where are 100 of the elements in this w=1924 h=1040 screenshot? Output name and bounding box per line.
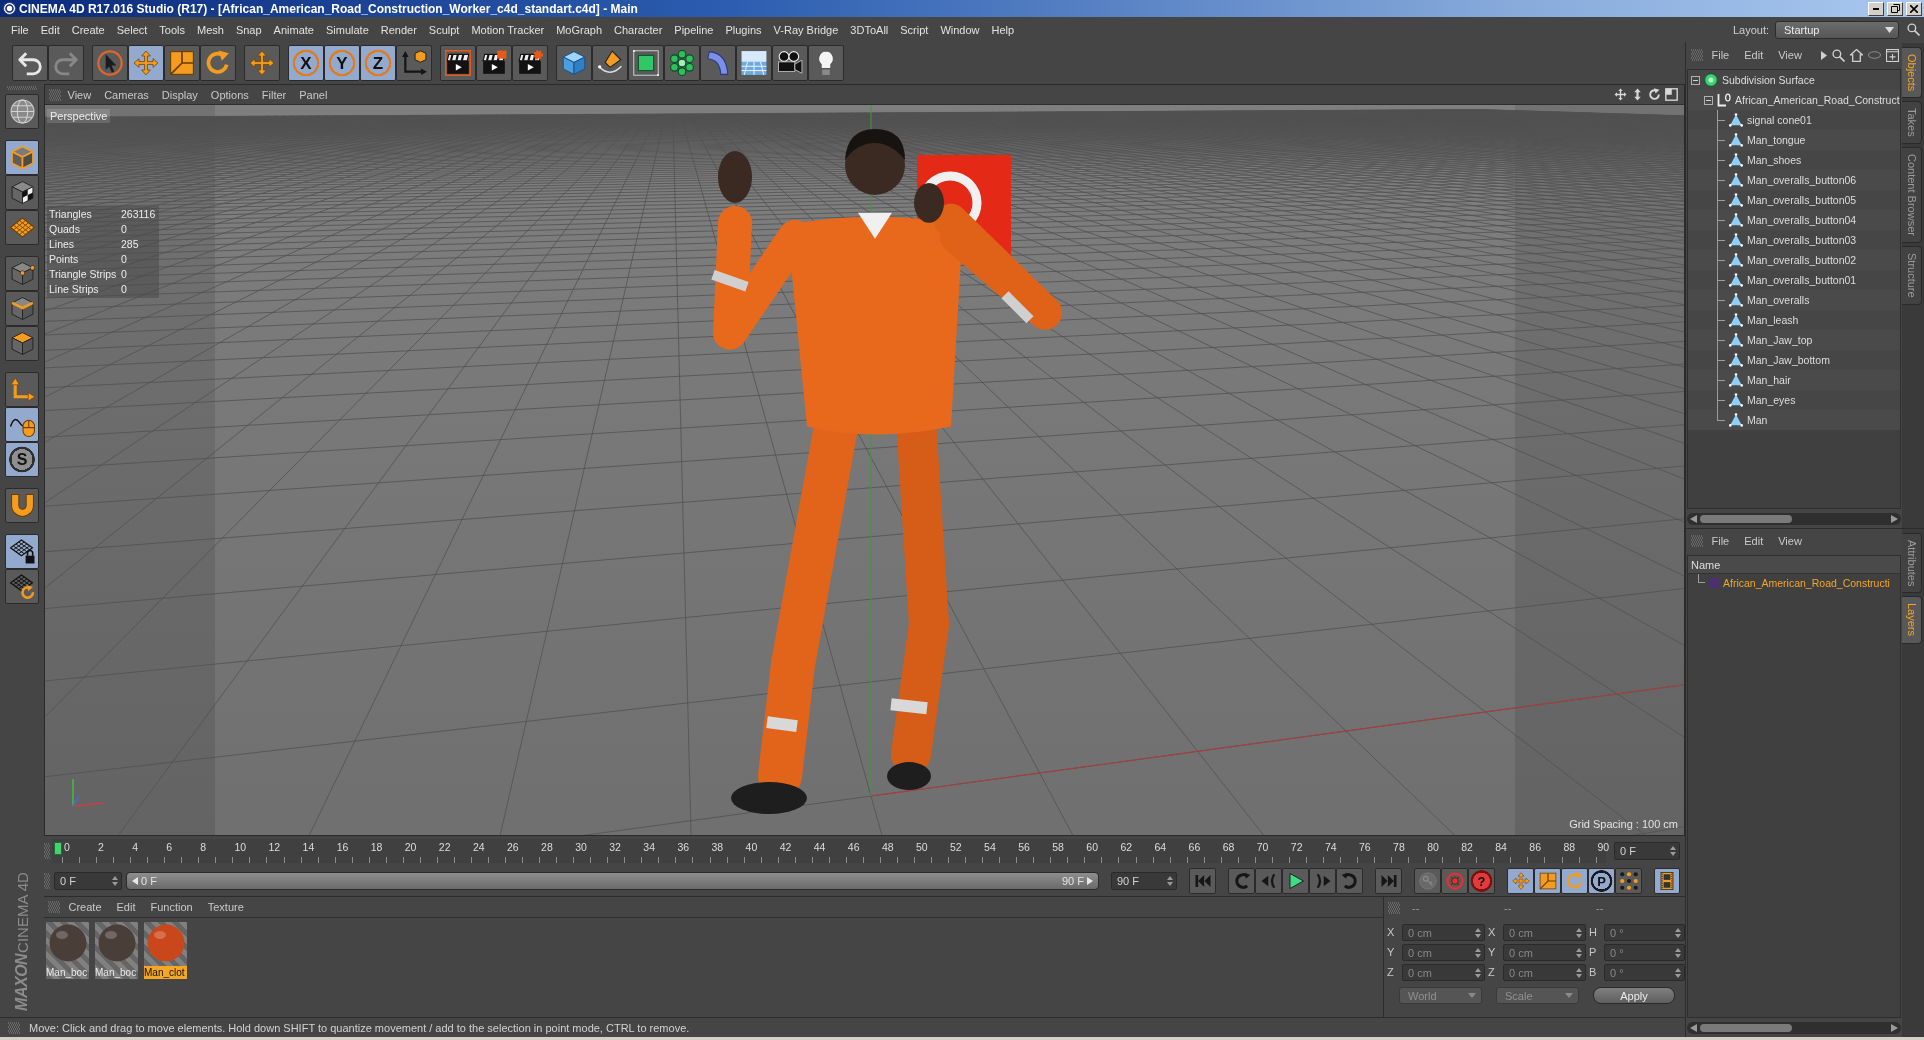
menu-item[interactable]: 3DToAll [844, 23, 895, 36]
play-button[interactable] [1282, 868, 1309, 894]
object-row[interactable]: Man_shoes [1688, 150, 1900, 170]
render-view-button[interactable] [440, 45, 476, 81]
submenu-arrow-icon[interactable] [1821, 50, 1827, 60]
light-object-button[interactable] [808, 45, 844, 81]
snap-button[interactable] [5, 488, 39, 523]
axis-lock-button[interactable]: X [288, 45, 324, 81]
menu-item[interactable]: Mesh [191, 23, 230, 36]
side-tab[interactable]: Attributes [1902, 533, 1922, 594]
object-row[interactable]: Man_overalls_button05 [1688, 190, 1900, 210]
horizontal-scrollbar[interactable] [1687, 1022, 1901, 1034]
object-row[interactable]: Man [1688, 410, 1900, 430]
panel-menu-item[interactable]: Edit [110, 901, 142, 913]
side-tab[interactable]: Content Browser [1902, 147, 1922, 243]
previous-key-button[interactable] [1228, 868, 1255, 894]
undo-button[interactable] [12, 45, 48, 81]
object-row[interactable]: Man_overalls_button04 [1688, 210, 1900, 230]
viewport-menu-item[interactable]: Panel [292, 88, 334, 101]
layout-dropdown[interactable]: Startup [1775, 20, 1899, 39]
menu-item[interactable]: MoGraph [550, 23, 609, 36]
object-row[interactable]: Man_overalls_button01 [1688, 270, 1900, 290]
lock-workplane-button[interactable] [5, 534, 39, 569]
object-row[interactable]: Man_overalls [1688, 290, 1900, 310]
rotation-key-button[interactable] [1561, 868, 1588, 894]
texture-mode-button[interactable] [5, 175, 39, 210]
restore-button[interactable] [1887, 1, 1903, 16]
object-row[interactable]: African_American_Road_Construct [1688, 90, 1900, 110]
end-frame-field[interactable]: 90 F [1111, 872, 1177, 890]
point-level-key-button[interactable] [1615, 868, 1642, 894]
menu-item[interactable]: Animate [267, 23, 320, 36]
cloner-button[interactable] [664, 45, 700, 81]
live-selection-button[interactable] [92, 45, 128, 81]
scrollbar-thumb[interactable] [1700, 515, 1792, 523]
menu-item[interactable]: File [5, 23, 35, 36]
panel-menu-item[interactable]: Create [62, 901, 109, 913]
object-row[interactable]: Man_tongue [1688, 130, 1900, 150]
keyframe-selection-button[interactable]: ? [1468, 868, 1495, 894]
horizontal-scrollbar[interactable] [1687, 513, 1901, 525]
search-icon[interactable] [1907, 23, 1920, 36]
object-row[interactable]: signal cone01 [1688, 110, 1900, 130]
object-row[interactable]: Man_eyes [1688, 390, 1900, 410]
polygons-mode-button[interactable] [5, 326, 39, 361]
points-mode-button[interactable] [5, 256, 39, 291]
panel-menu-item[interactable]: File [1705, 535, 1736, 547]
tweak-mode-button[interactable] [5, 407, 39, 442]
edges-mode-button[interactable] [5, 291, 39, 326]
menu-item[interactable]: Motion Tracker [465, 23, 551, 36]
object-row[interactable]: Man_overalls_button02 [1688, 250, 1900, 270]
pen-spline-button[interactable] [592, 45, 628, 81]
current-frame-field[interactable]: 0 F [1614, 842, 1680, 860]
menu-item[interactable]: V-Ray Bridge [767, 23, 845, 36]
minimize-button[interactable] [1868, 1, 1884, 16]
menu-item[interactable]: Render [374, 23, 423, 36]
model-mode-button[interactable] [5, 140, 39, 175]
menu-item[interactable]: Plugins [719, 23, 768, 36]
timeline-window-button[interactable] [1654, 868, 1680, 894]
object-row[interactable]: Man_leash [1688, 310, 1900, 330]
object-row[interactable]: Man_Jaw_top [1688, 330, 1900, 350]
plus-square-icon[interactable] [1886, 48, 1899, 62]
object-row[interactable]: Man_overalls_button06 [1688, 170, 1900, 190]
make-editable-button[interactable] [5, 94, 39, 129]
viewport-menu-item[interactable]: Options [204, 88, 256, 101]
subdivision-surface-button[interactable] [628, 45, 664, 81]
panel-menu-item[interactable]: Edit [1737, 535, 1770, 547]
bend-deformer-button[interactable] [700, 45, 736, 81]
side-tab[interactable]: Takes [1902, 101, 1922, 145]
menu-item[interactable]: Script [894, 23, 935, 36]
close-button[interactable] [1906, 1, 1922, 16]
autokey-button[interactable] [1441, 868, 1468, 894]
viewport-menu-item[interactable]: Filter [255, 88, 293, 101]
panel-menu-item[interactable]: Function [144, 901, 200, 913]
rotate-tool-button[interactable] [200, 45, 236, 81]
cube-object-button[interactable] [556, 45, 592, 81]
move-tool-button[interactable] [128, 45, 164, 81]
floor-object-button[interactable] [736, 45, 772, 81]
panel-menu-item[interactable]: View [1771, 49, 1809, 61]
camera-object-button[interactable] [772, 45, 808, 81]
viewport-menu-item[interactable]: Display [155, 88, 205, 101]
search-icon[interactable] [1832, 48, 1845, 62]
go-to-start-button[interactable] [1189, 868, 1216, 894]
viewport-menu-item[interactable]: Cameras [97, 88, 156, 101]
coordinate-system-button[interactable] [396, 45, 432, 81]
maximize-icon[interactable] [1665, 88, 1678, 101]
menu-item[interactable]: Snap [229, 23, 268, 36]
scale-key-button[interactable] [1534, 868, 1561, 894]
pan-arrows-icon[interactable] [1614, 88, 1627, 101]
layer-row[interactable]: African_American_Road_Constructi [1688, 574, 1900, 591]
side-tab[interactable]: Objects [1902, 47, 1922, 99]
side-tab[interactable]: Layers [1902, 596, 1922, 644]
axis-lock-button[interactable]: Y [324, 45, 360, 81]
playhead[interactable] [54, 842, 62, 855]
position-key-button[interactable] [1507, 868, 1534, 894]
render-picture-viewer-button[interactable] [476, 45, 512, 81]
align-workplane-button[interactable] [5, 569, 39, 604]
menu-item[interactable]: Create [65, 23, 111, 36]
go-to-end-button[interactable] [1375, 868, 1402, 894]
object-row[interactable]: Subdivision Surface [1688, 70, 1900, 90]
ellipse-icon[interactable] [1868, 51, 1881, 59]
panel-menu-item[interactable]: Texture [201, 901, 251, 913]
